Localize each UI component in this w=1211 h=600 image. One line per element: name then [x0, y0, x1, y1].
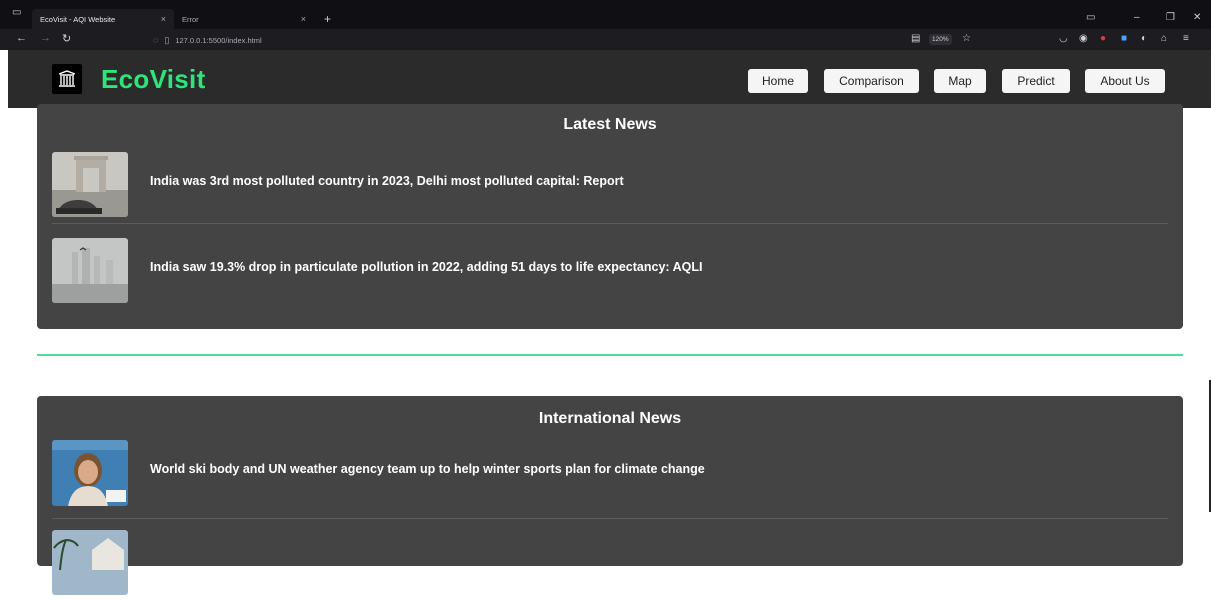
tab-title: Error — [182, 14, 199, 24]
international-news-title: International News — [538, 410, 682, 427]
new-tab-button[interactable]: + — [324, 12, 331, 26]
privacy-icon[interactable]: ◐ — [1141, 33, 1147, 44]
tab-ecovisit[interactable]: EcoVisit - AQI Website × — [32, 9, 174, 29]
news-headline[interactable]: India saw 19.3% drop in particulate poll… — [150, 260, 702, 274]
news-thumbnail-image[interactable] — [52, 238, 128, 303]
reload-icon[interactable]: ↻ — [62, 32, 71, 45]
nav-about-button[interactable]: About Us — [1085, 69, 1165, 93]
close-window-icon[interactable]: ✕ — [1193, 12, 1201, 23]
browser-chrome: ▭ EcoVisit - AQI Website × Error × + ▭ –… — [0, 0, 1211, 50]
restore-icon[interactable]: ❐ — [1166, 12, 1175, 23]
extension-icon[interactable]: ■ — [1121, 33, 1127, 44]
tab-close-icon[interactable]: × — [301, 14, 306, 24]
site-header: EcoVisit Home Comparison Map Predict Abo… — [8, 50, 1211, 108]
news-thumbnail-image[interactable] — [52, 152, 128, 217]
nav-toolbar: ← → ↻ ◌ ▯ 127.0.0.1:5500/index.html ▤ 12… — [0, 29, 1211, 50]
minimize-icon[interactable]: – — [1134, 12, 1140, 23]
nav-predict-button[interactable]: Predict — [1002, 69, 1070, 93]
forward-icon[interactable]: → — [40, 32, 51, 44]
international-news-card: International News World ski body and UN… — [37, 396, 1183, 595]
back-icon[interactable]: ← — [16, 32, 27, 44]
reader-view-icon[interactable]: ▤ — [911, 33, 920, 44]
menu-icon[interactable]: ≡ — [1183, 33, 1189, 44]
nav-comparison-button[interactable]: Comparison — [824, 69, 919, 93]
latest-news-card: Latest News India was 3rd most polluted … — [37, 104, 1183, 329]
latest-news-title: Latest News — [563, 116, 657, 133]
tab-title: EcoVisit - AQI Website — [40, 14, 116, 24]
news-headline[interactable]: India was 3rd most polluted country in 2… — [150, 174, 624, 188]
pocket-icon[interactable]: ◡ — [1059, 33, 1068, 44]
shield-icon: ◌ — [153, 35, 159, 45]
news-thumbnail-image[interactable] — [52, 440, 128, 506]
section-divider — [37, 354, 1183, 356]
bookmark-star-icon[interactable]: ☆ — [962, 33, 971, 44]
news-item[interactable]: World ski body and UN weather agency tea… — [52, 432, 1168, 519]
building-icon — [58, 70, 76, 87]
news-item[interactable]: India saw 19.3% drop in particulate poll… — [52, 230, 1168, 310]
account-icon[interactable]: ◉ — [1079, 33, 1088, 44]
nav-home-button[interactable]: Home — [748, 69, 808, 93]
tab-list-icon[interactable]: ▭ — [12, 7, 21, 18]
news-thumbnail-image[interactable] — [52, 530, 128, 595]
extensions-puzzle-icon[interactable]: ⌂ — [1161, 33, 1167, 44]
address-bar[interactable]: ◌ ▯ 127.0.0.1:5500/index.html — [153, 32, 983, 48]
tab-close-icon[interactable]: × — [161, 14, 166, 24]
tab-strip: ▭ EcoVisit - AQI Website × Error × + ▭ –… — [0, 5, 1211, 29]
news-headline[interactable]: World ski body and UN weather agency tea… — [150, 462, 705, 476]
zoom-badge[interactable]: 120% — [929, 34, 952, 45]
news-item[interactable] — [52, 520, 1168, 600]
url-text: 127.0.0.1:5500/index.html — [175, 35, 262, 45]
page-icon: ▯ — [164, 34, 170, 45]
brand-name[interactable]: EcoVisit — [101, 64, 206, 95]
logo-icon[interactable] — [52, 64, 82, 94]
nav-map-button[interactable]: Map — [934, 69, 986, 93]
ublock-icon[interactable]: ● — [1100, 33, 1106, 44]
tab-error[interactable]: Error × — [174, 9, 314, 29]
tab-overview-icon[interactable]: ▭ — [1086, 12, 1095, 23]
news-item[interactable]: India was 3rd most polluted country in 2… — [52, 144, 1168, 224]
